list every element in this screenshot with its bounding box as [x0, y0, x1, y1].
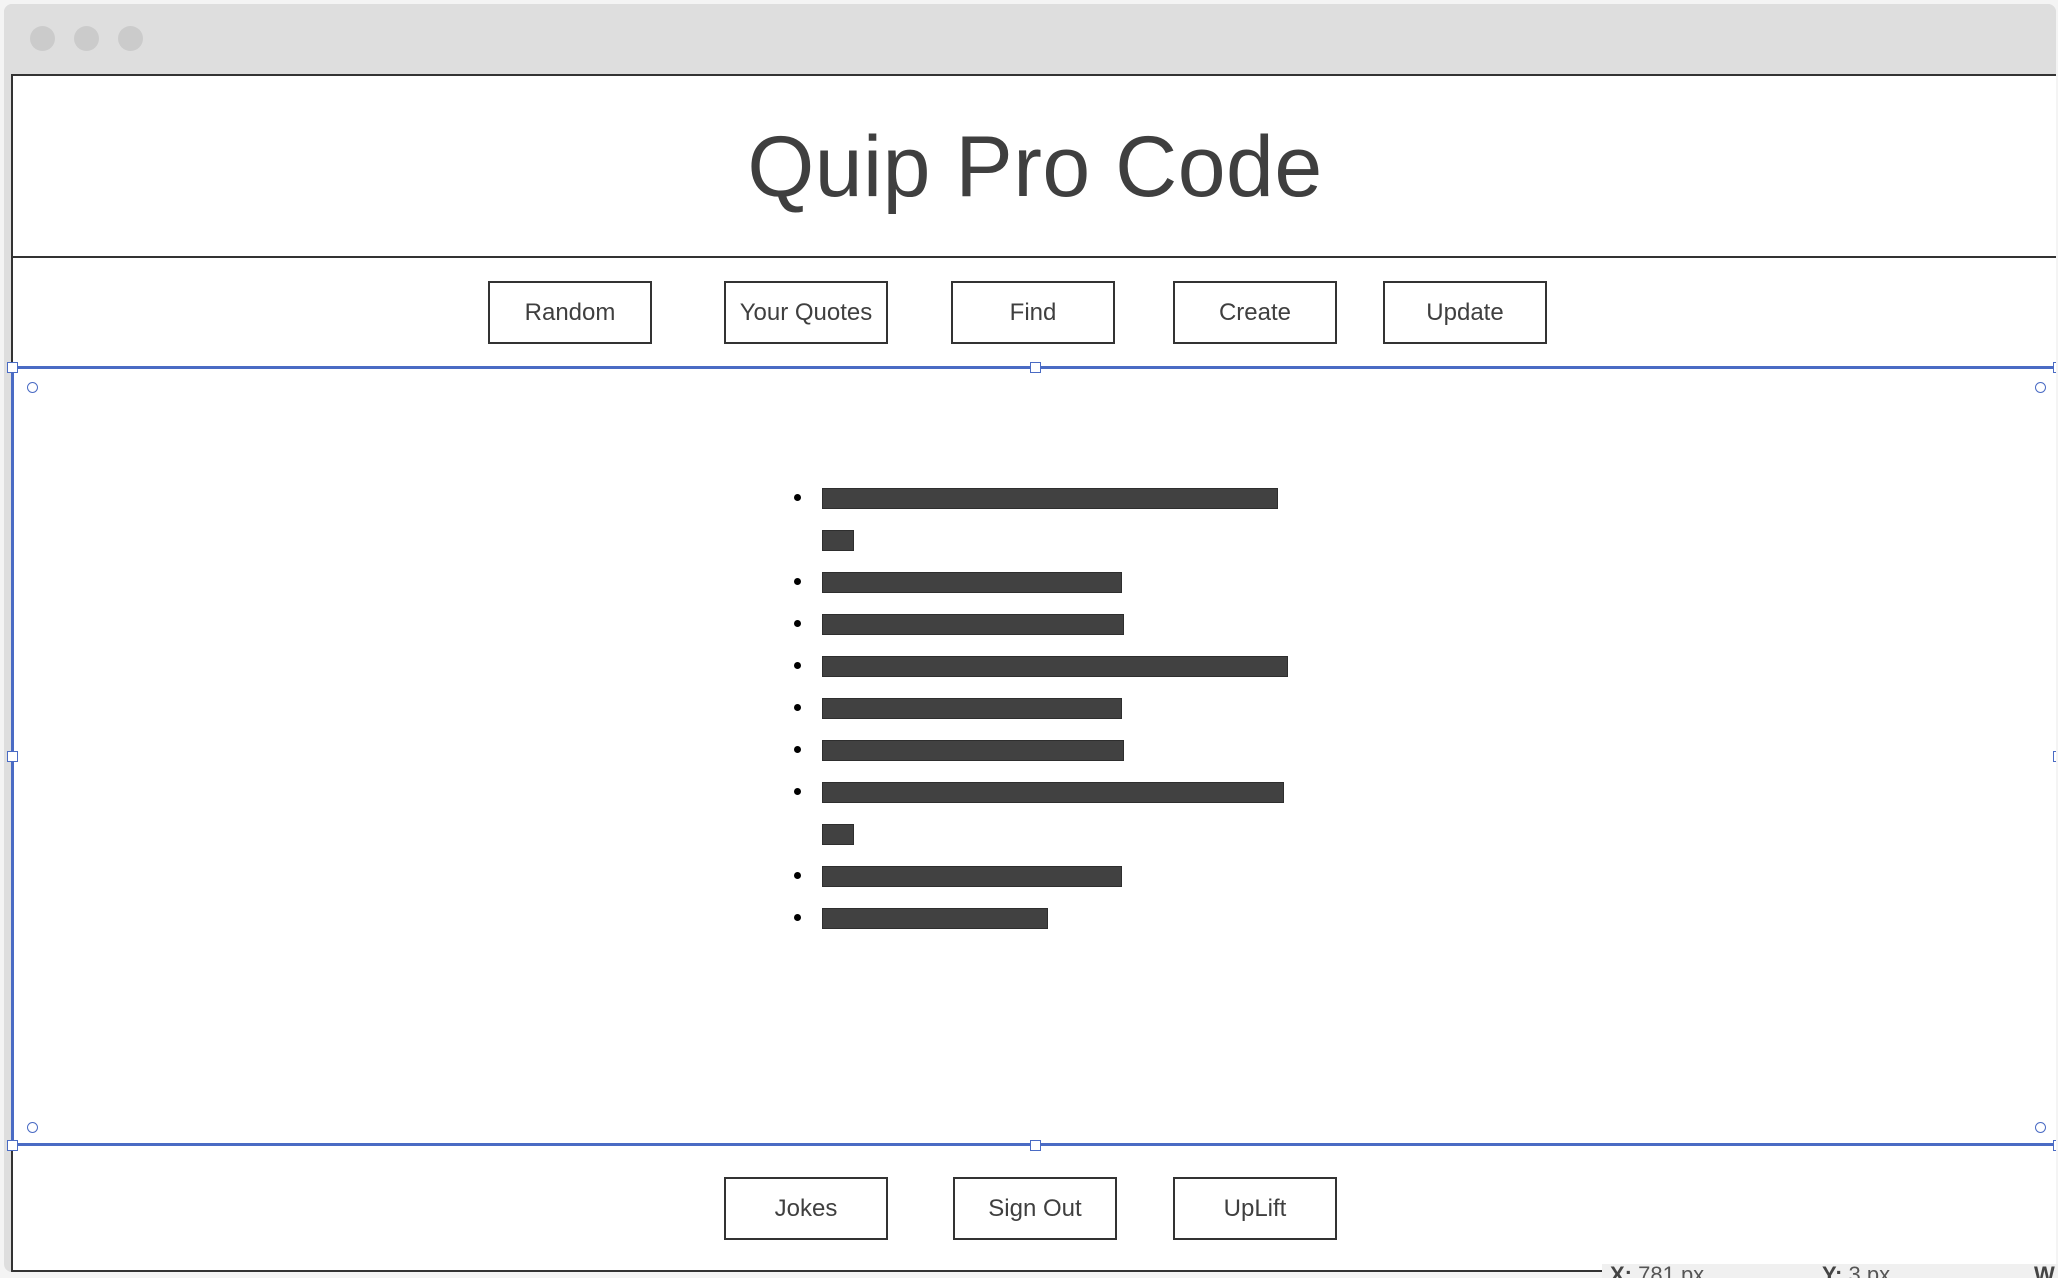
close-window-control[interactable] — [30, 26, 55, 51]
page-title: Quip Pro Code — [747, 119, 1323, 215]
text-placeholder-bar — [822, 656, 1288, 677]
bullet-icon — [794, 746, 801, 753]
uplift-button[interactable]: UpLift — [1173, 1177, 1337, 1240]
bullet-icon — [794, 620, 801, 627]
bullet-icon — [794, 662, 801, 669]
jokes-button[interactable]: Jokes — [724, 1177, 888, 1240]
text-placeholder-bar — [822, 866, 1122, 887]
bullet-icon — [794, 704, 801, 711]
quote-list — [14, 369, 2056, 1143]
text-placeholder-bar — [822, 824, 854, 845]
update-button[interactable]: Update — [1383, 281, 1547, 344]
title-bar — [4, 4, 2056, 70]
text-placeholder-bar — [822, 698, 1122, 719]
text-placeholder-bar — [822, 740, 1124, 761]
random-button[interactable]: Random — [488, 281, 652, 344]
text-placeholder-bar — [822, 572, 1122, 593]
your-quotes-button[interactable]: Your Quotes — [724, 281, 888, 344]
bullet-icon — [794, 914, 801, 921]
text-placeholder-bar — [822, 908, 1048, 929]
sign-out-button[interactable]: Sign Out — [953, 1177, 1117, 1240]
bullet-icon — [794, 872, 801, 879]
text-placeholder-bar — [822, 614, 1124, 635]
header-bar: Quip Pro Code — [13, 76, 2056, 258]
browser-window: Quip Pro Code Random Your Quotes Find Cr… — [4, 4, 2056, 1272]
bullet-icon — [794, 788, 801, 795]
bullet-icon — [794, 578, 801, 585]
find-button[interactable]: Find — [951, 281, 1115, 344]
footer-bar: Jokes Sign Out UpLift — [13, 1146, 2056, 1272]
text-placeholder-bar — [822, 530, 854, 551]
text-placeholder-bar — [822, 488, 1278, 509]
maximize-window-control[interactable] — [118, 26, 143, 51]
page-canvas: Quip Pro Code Random Your Quotes Find Cr… — [7, 74, 2056, 1272]
create-button[interactable]: Create — [1173, 281, 1337, 344]
text-placeholder-bar — [822, 782, 1284, 803]
bullet-icon — [794, 494, 801, 501]
content-panel[interactable] — [7, 362, 2056, 1151]
minimize-window-control[interactable] — [74, 26, 99, 51]
nav-bar: Random Your Quotes Find Create Update — [13, 258, 2056, 366]
